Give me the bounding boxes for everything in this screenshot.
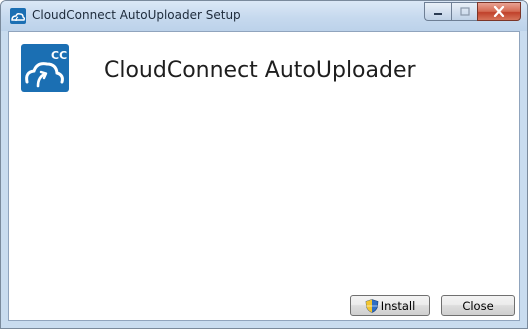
close-window-button[interactable] [477, 2, 521, 21]
maximize-button[interactable] [451, 2, 477, 21]
product-title: CloudConnect AutoUploader [104, 58, 416, 83]
install-button-label: Install [380, 298, 416, 313]
dialog-content: CC CloudConnect AutoUploader Install Clo… [8, 31, 520, 321]
install-button[interactable]: Install [350, 295, 430, 316]
app-icon [10, 8, 26, 24]
minimize-button[interactable] [424, 2, 451, 21]
maximize-icon [459, 7, 470, 16]
caption-buttons [424, 2, 521, 22]
close-button[interactable]: Close [441, 295, 515, 316]
setup-window: CloudConnect AutoUploader Setup CC Cloud… [0, 0, 528, 329]
close-button-label: Close [462, 298, 494, 313]
logo-text: CC [51, 49, 67, 62]
uac-shield-icon [365, 298, 379, 313]
close-icon [493, 6, 505, 17]
minimize-icon [434, 12, 442, 15]
title-bar[interactable]: CloudConnect AutoUploader Setup [1, 1, 527, 31]
cloudconnect-logo-icon: CC [21, 44, 69, 92]
window-title: CloudConnect AutoUploader Setup [32, 8, 241, 22]
